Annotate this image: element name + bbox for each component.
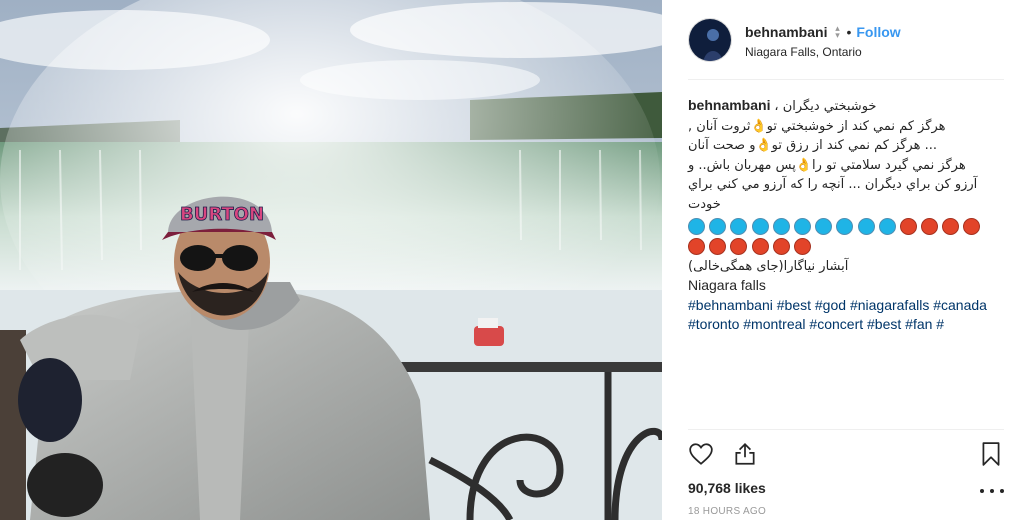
post-photo[interactable]: BURTON: [0, 0, 662, 520]
hashtag-link[interactable]: #: [936, 316, 944, 332]
bookmark-icon: [982, 442, 1000, 466]
cap-logo: BURTON: [180, 204, 264, 225]
save-button[interactable]: [976, 439, 1006, 469]
hashtag-link[interactable]: #montreal: [743, 316, 805, 332]
caption-text-line: ... هرگز کم نمي کند از رزق تو👌و صحت آنان: [688, 138, 937, 154]
hashtag-link[interactable]: #concert: [809, 316, 863, 332]
red-circle-emoji: [942, 218, 960, 236]
red-circle-emoji: [921, 218, 939, 236]
post-timestamp: 18 HOURS AGO: [688, 506, 767, 517]
dot-separator: •: [846, 23, 852, 40]
blue-circle-emoji: [730, 218, 748, 236]
hashtag-link[interactable]: #best: [777, 297, 811, 313]
blue-circle-emoji: [815, 218, 833, 236]
follow-button[interactable]: Follow: [856, 24, 900, 40]
caption: behnambani خوشبختي ديگران ، هرگز کم نمي …: [688, 96, 1004, 335]
avatar[interactable]: [688, 18, 732, 62]
username-link[interactable]: behnambani: [745, 24, 827, 40]
action-bar: [688, 439, 1004, 471]
blue-circle-emoji: [751, 218, 769, 236]
hashtag-link[interactable]: #niagarafalls: [850, 297, 929, 313]
caption-text-line: خودت: [688, 196, 721, 212]
share-icon: [735, 443, 755, 465]
actions-divider: [688, 429, 1004, 430]
like-button[interactable]: [686, 439, 716, 469]
red-circle-emoji: [772, 238, 790, 256]
more-dot: [1000, 489, 1004, 493]
blue-circle-emoji: [857, 218, 875, 236]
hashtags: #behnambani #best #god #niagarafalls #ca…: [688, 296, 1004, 335]
blue-circle-emoji: [836, 218, 854, 236]
more-dots-icon: [980, 489, 984, 493]
hashtag-link[interactable]: #canada: [933, 297, 987, 313]
blue-circle-emoji: [878, 218, 896, 236]
caption-english-line: Niagara falls: [688, 277, 766, 294]
caption-first-line: behnambani خوشبختي ديگران ،: [688, 96, 1004, 117]
caption-text-line: خوشبختي ديگران ،: [774, 99, 877, 114]
sort-arrows-icon: ▴ ▾: [835, 22, 840, 40]
post-details-panel: behnambani ▴ ▾ • Follow Niagara Falls, On…: [662, 0, 1028, 520]
share-button[interactable]: [730, 439, 760, 469]
hashtag-link[interactable]: #best: [867, 316, 901, 332]
blue-circle-emoji: [772, 218, 790, 236]
hashtag-link[interactable]: #fan: [905, 316, 932, 332]
caption-persian-location: آبشار نیاگارا(جای همگی‌خالی): [688, 258, 849, 274]
red-circle-emoji: [709, 238, 727, 256]
red-circle-emoji: [688, 238, 705, 256]
red-circle-emoji: [751, 238, 769, 256]
red-circle-emoji: [793, 238, 811, 256]
hashtag-link[interactable]: #toronto: [688, 316, 739, 332]
red-circle-emoji: [963, 218, 981, 236]
red-circle-emoji: [730, 238, 748, 256]
more-dot: [990, 489, 994, 493]
hashtag-link[interactable]: #behnambani: [688, 297, 773, 313]
niagara-photo: BURTON: [0, 0, 662, 520]
heart-icon: [689, 443, 713, 465]
location-link[interactable]: Niagara Falls, Ontario: [745, 45, 901, 59]
caption-text-line: هرگز نمي گيرد سلامتي تو را👌پس مهربان باش…: [688, 157, 966, 173]
blue-circle-emoji: [709, 218, 727, 236]
caption-text-line: آرزو کن براي ديگران ... آنچه را که آرزو …: [688, 177, 978, 193]
header-top-line: behnambani ▴ ▾ • Follow: [745, 22, 901, 42]
header-text: behnambani ▴ ▾ • Follow Niagara Falls, On…: [745, 22, 901, 59]
post-header: behnambani ▴ ▾ • Follow Niagara Falls, On…: [662, 0, 1028, 80]
caption-text-line: هرگز کم نمي کند از خوشبختي تو👌ثروت آنان …: [688, 118, 946, 134]
blue-circle-emoji: [793, 218, 811, 236]
red-circle-emoji: [899, 218, 917, 236]
emoji-circles: [688, 217, 998, 257]
caption-username[interactable]: behnambani: [688, 97, 770, 113]
more-options-button[interactable]: [980, 484, 1004, 498]
blue-circle-emoji: [688, 218, 705, 236]
hashtag-link[interactable]: #god: [815, 297, 846, 313]
like-count[interactable]: 90,768 likes: [688, 480, 766, 496]
